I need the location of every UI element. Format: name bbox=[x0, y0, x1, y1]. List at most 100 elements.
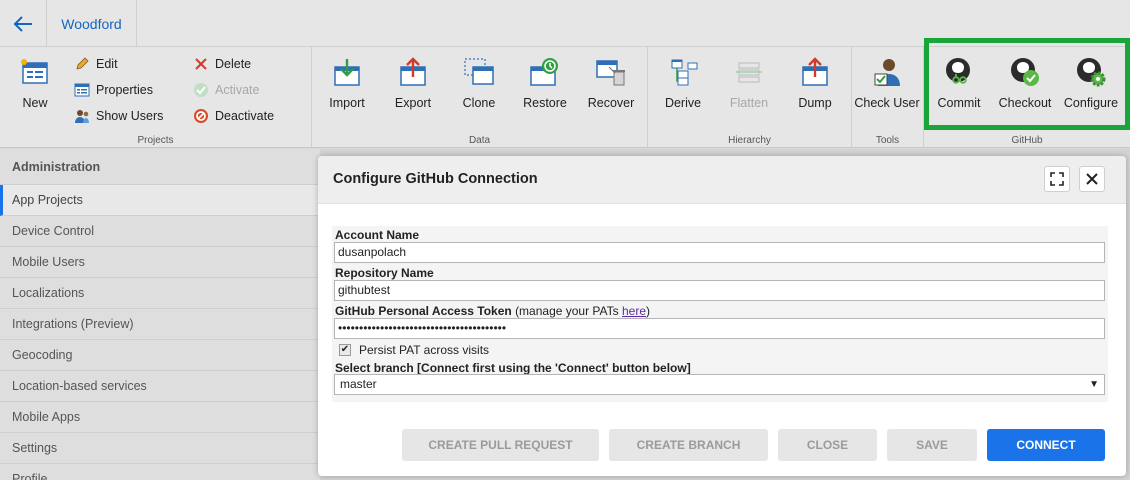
pencil-icon bbox=[74, 56, 90, 72]
export-label: Export bbox=[394, 96, 432, 110]
projects-group: New Edit Properties Show Users Delete Ac… bbox=[0, 47, 312, 148]
connect-button[interactable]: CONNECT bbox=[987, 429, 1105, 461]
edit-button[interactable]: Edit bbox=[74, 54, 118, 74]
flatten-button[interactable]: Flatten bbox=[717, 55, 781, 115]
persist-pat-checkbox[interactable]: ✔ bbox=[339, 344, 351, 356]
check-circle-icon bbox=[193, 82, 209, 98]
activate-button[interactable]: Activate bbox=[193, 80, 259, 100]
maximize-icon bbox=[1050, 172, 1064, 186]
new-button[interactable]: New bbox=[3, 55, 67, 115]
deactivate-button[interactable]: Deactivate bbox=[193, 106, 274, 126]
configure-github-dialog: Configure GitHub Connection Account Name… bbox=[318, 156, 1126, 476]
arrow-left-icon bbox=[13, 15, 32, 32]
close-x-icon bbox=[193, 56, 209, 72]
check-user-label: Check User bbox=[854, 96, 920, 110]
sidebar-item-mobile-apps[interactable]: Mobile Apps bbox=[0, 402, 320, 433]
properties-label: Properties bbox=[96, 83, 153, 97]
github-group-label: GitHub bbox=[1011, 135, 1043, 146]
export-button[interactable]: Export bbox=[381, 55, 445, 115]
properties-button[interactable]: Properties bbox=[74, 80, 153, 100]
derive-button[interactable]: Derive bbox=[651, 55, 715, 115]
export-icon bbox=[396, 55, 430, 89]
back-button[interactable] bbox=[0, 0, 47, 47]
sidebar-heading: Administration bbox=[0, 149, 320, 185]
flatten-icon bbox=[732, 55, 766, 89]
create-branch-button[interactable]: CREATE BRANCH bbox=[609, 429, 768, 461]
deactivate-label: Deactivate bbox=[215, 109, 275, 123]
maximize-button[interactable] bbox=[1044, 166, 1070, 192]
repository-name-label: Repository Name bbox=[335, 266, 434, 280]
hierarchy-group: Derive Flatten Dump Hierarchy bbox=[648, 47, 852, 148]
dialog-title: Configure GitHub Connection bbox=[333, 171, 538, 187]
sidebar-item-settings[interactable]: Settings bbox=[0, 433, 320, 464]
restore-icon bbox=[528, 55, 562, 89]
dump-label: Dump bbox=[798, 96, 832, 110]
edit-label: Edit bbox=[96, 57, 118, 71]
app-name: Woodford bbox=[61, 15, 122, 32]
sidebar-item-profile[interactable]: Profile bbox=[0, 464, 320, 480]
app-tab[interactable]: Woodford bbox=[47, 0, 137, 47]
data-group-label: Data bbox=[468, 135, 491, 146]
create-pull-request-button[interactable]: CREATE PULL REQUEST bbox=[402, 429, 599, 461]
projects-group-label: Projects bbox=[137, 135, 174, 146]
check-user-icon bbox=[870, 55, 904, 89]
sidebar-item-app-projects[interactable]: App Projects bbox=[0, 185, 320, 216]
save-button[interactable]: SAVE bbox=[887, 429, 977, 461]
persist-pat-row: ✔ Persist PAT across visits bbox=[339, 343, 489, 357]
import-button[interactable]: Import bbox=[315, 55, 379, 115]
new-label: New bbox=[22, 96, 48, 110]
tools-group: Check User Tools bbox=[852, 47, 924, 148]
dump-button[interactable]: Dump bbox=[783, 55, 847, 115]
branch-label: Select branch [Connect first using the '… bbox=[335, 361, 691, 375]
deactivate-icon bbox=[193, 108, 209, 124]
dialog-header: Configure GitHub Connection bbox=[318, 156, 1126, 204]
token-hint-prefix: (manage your PATs bbox=[515, 304, 622, 318]
repository-name-input[interactable]: githubtest bbox=[334, 280, 1105, 301]
activate-label: Activate bbox=[215, 83, 260, 97]
dump-icon bbox=[798, 55, 832, 89]
check-user-button[interactable]: Check User bbox=[854, 55, 920, 115]
tools-group-label: Tools bbox=[875, 135, 900, 146]
import-icon bbox=[330, 55, 364, 89]
recover-button[interactable]: Recover bbox=[579, 55, 643, 115]
new-project-icon bbox=[18, 55, 52, 89]
github-highlight-box bbox=[924, 38, 1130, 130]
import-label: Import bbox=[329, 96, 365, 110]
branch-select-value: master bbox=[340, 377, 377, 391]
persist-pat-label: Persist PAT across visits bbox=[359, 343, 490, 357]
token-label-row: GitHub Personal Access Token (manage you… bbox=[335, 304, 650, 318]
dropdown-arrow-icon: ▼ bbox=[1089, 379, 1099, 390]
restore-button[interactable]: Restore bbox=[513, 55, 577, 115]
show-users-button[interactable]: Show Users bbox=[74, 106, 163, 126]
branch-select[interactable]: master ▼ bbox=[334, 374, 1105, 395]
close-button[interactable]: CLOSE bbox=[778, 429, 877, 461]
recover-label: Recover bbox=[587, 96, 635, 110]
token-label: GitHub Personal Access Token bbox=[335, 304, 512, 318]
sidebar-item-integrations[interactable]: Integrations (Preview) bbox=[0, 309, 320, 340]
flatten-label: Flatten bbox=[729, 96, 769, 110]
users-icon bbox=[74, 108, 90, 124]
hierarchy-group-label: Hierarchy bbox=[728, 135, 771, 146]
clone-label: Clone bbox=[462, 96, 496, 110]
clone-icon bbox=[462, 55, 496, 89]
sidebar-item-geocoding[interactable]: Geocoding bbox=[0, 340, 320, 371]
sidebar-item-mobile-users[interactable]: Mobile Users bbox=[0, 247, 320, 278]
sidebar-item-localizations[interactable]: Localizations bbox=[0, 278, 320, 309]
clone-button[interactable]: Clone bbox=[447, 55, 511, 115]
derive-icon bbox=[666, 55, 700, 89]
sidebar: Administration App Projects Device Contr… bbox=[0, 149, 320, 480]
show-users-label: Show Users bbox=[96, 109, 164, 123]
token-hint-suffix: ) bbox=[646, 304, 651, 318]
account-name-label: Account Name bbox=[335, 228, 420, 242]
account-name-input[interactable]: dusanpolach bbox=[334, 242, 1105, 263]
delete-label: Delete bbox=[215, 57, 252, 71]
token-input[interactable]: •••••••••••••••••••••••••••••••••••••••• bbox=[334, 318, 1105, 339]
close-dialog-button[interactable] bbox=[1079, 166, 1105, 192]
delete-button[interactable]: Delete bbox=[193, 54, 251, 74]
sidebar-item-device-control[interactable]: Device Control bbox=[0, 216, 320, 247]
data-group: Import Export Clone Restore Recover Data bbox=[312, 47, 648, 148]
close-icon bbox=[1086, 173, 1098, 185]
manage-pats-link[interactable]: here bbox=[622, 304, 646, 318]
restore-label: Restore bbox=[523, 96, 567, 110]
sidebar-item-location-services[interactable]: Location-based services bbox=[0, 371, 320, 402]
